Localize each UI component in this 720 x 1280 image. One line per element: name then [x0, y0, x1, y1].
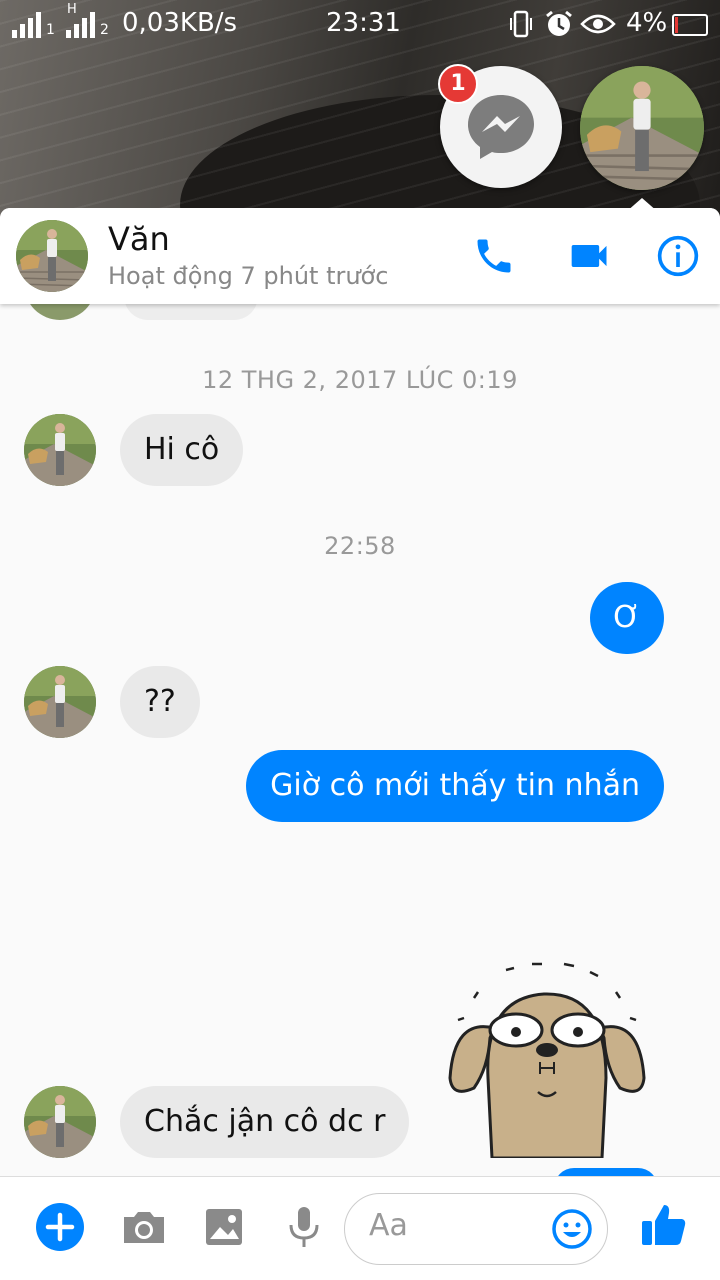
network-speed: 0,03KB/s: [122, 8, 238, 38]
plus-icon[interactable]: [34, 1201, 86, 1253]
contact-status: Hoạt động 7 phút trước: [108, 262, 389, 290]
alarm-icon: [546, 10, 572, 36]
microphone-icon[interactable]: [278, 1201, 330, 1253]
message-list[interactable]: 12 THG 2, 2017 LÚC 0:19 Hi cô 22:58 Ơ ??…: [0, 280, 720, 1174]
timestamp-divider: 12 THG 2, 2017 LÚC 0:19: [202, 366, 518, 394]
message-input[interactable]: Aa: [344, 1193, 608, 1265]
messenger-icon: [468, 95, 534, 159]
sender-avatar[interactable]: [24, 666, 96, 738]
emoji-icon[interactable]: [551, 1208, 593, 1250]
video-call-icon[interactable]: [568, 234, 612, 278]
sim2-label: 2: [100, 22, 109, 38]
outgoing-message[interactable]: Ơ: [590, 582, 664, 654]
incoming-message[interactable]: ??: [120, 666, 200, 738]
battery-icon: [672, 14, 708, 36]
incoming-message[interactable]: Hi cô: [120, 414, 244, 486]
status-bar: 1 H 2 0,03KB/s 23:31 4%: [0, 0, 720, 50]
image-icon[interactable]: [198, 1201, 250, 1253]
contact-name[interactable]: Văn: [108, 220, 170, 258]
phone-icon[interactable]: [472, 234, 516, 278]
sender-avatar[interactable]: [24, 414, 96, 486]
clock: 23:31: [326, 8, 401, 38]
outgoing-message[interactable]: Giờ cô mới thấy tin nhắn: [246, 750, 664, 822]
sender-avatar[interactable]: [24, 1086, 96, 1158]
thumbs-up-icon[interactable]: [638, 1199, 690, 1251]
unread-badge: 1: [438, 64, 478, 104]
signal-sim1-icon: 1: [12, 10, 55, 38]
contact-avatar[interactable]: [16, 220, 88, 292]
vibrate-icon: [510, 10, 532, 38]
info-icon[interactable]: [656, 234, 700, 278]
battery-percent: 4%: [626, 8, 668, 38]
eye-icon: [580, 14, 616, 34]
sim1-label: 1: [46, 22, 55, 38]
camera-icon[interactable]: [118, 1201, 170, 1253]
dog-sticker[interactable]: [444, 958, 650, 1158]
message-input-placeholder: Aa: [369, 1208, 408, 1243]
contact-chat-head-avatar[interactable]: [580, 66, 704, 190]
conversation-panel: Văn Hoạt động 7 phút trước 12 THG 2, 201…: [0, 208, 720, 1280]
incoming-message[interactable]: Chắc jận cô dc r: [120, 1086, 410, 1158]
signal-sim2-icon: H 2: [66, 2, 109, 38]
timestamp-divider: 22:58: [324, 532, 396, 560]
conversation-header: Văn Hoạt động 7 phút trước: [0, 208, 720, 304]
message-composer: Aa: [0, 1176, 720, 1280]
sim2-type-label: H: [67, 2, 77, 17]
